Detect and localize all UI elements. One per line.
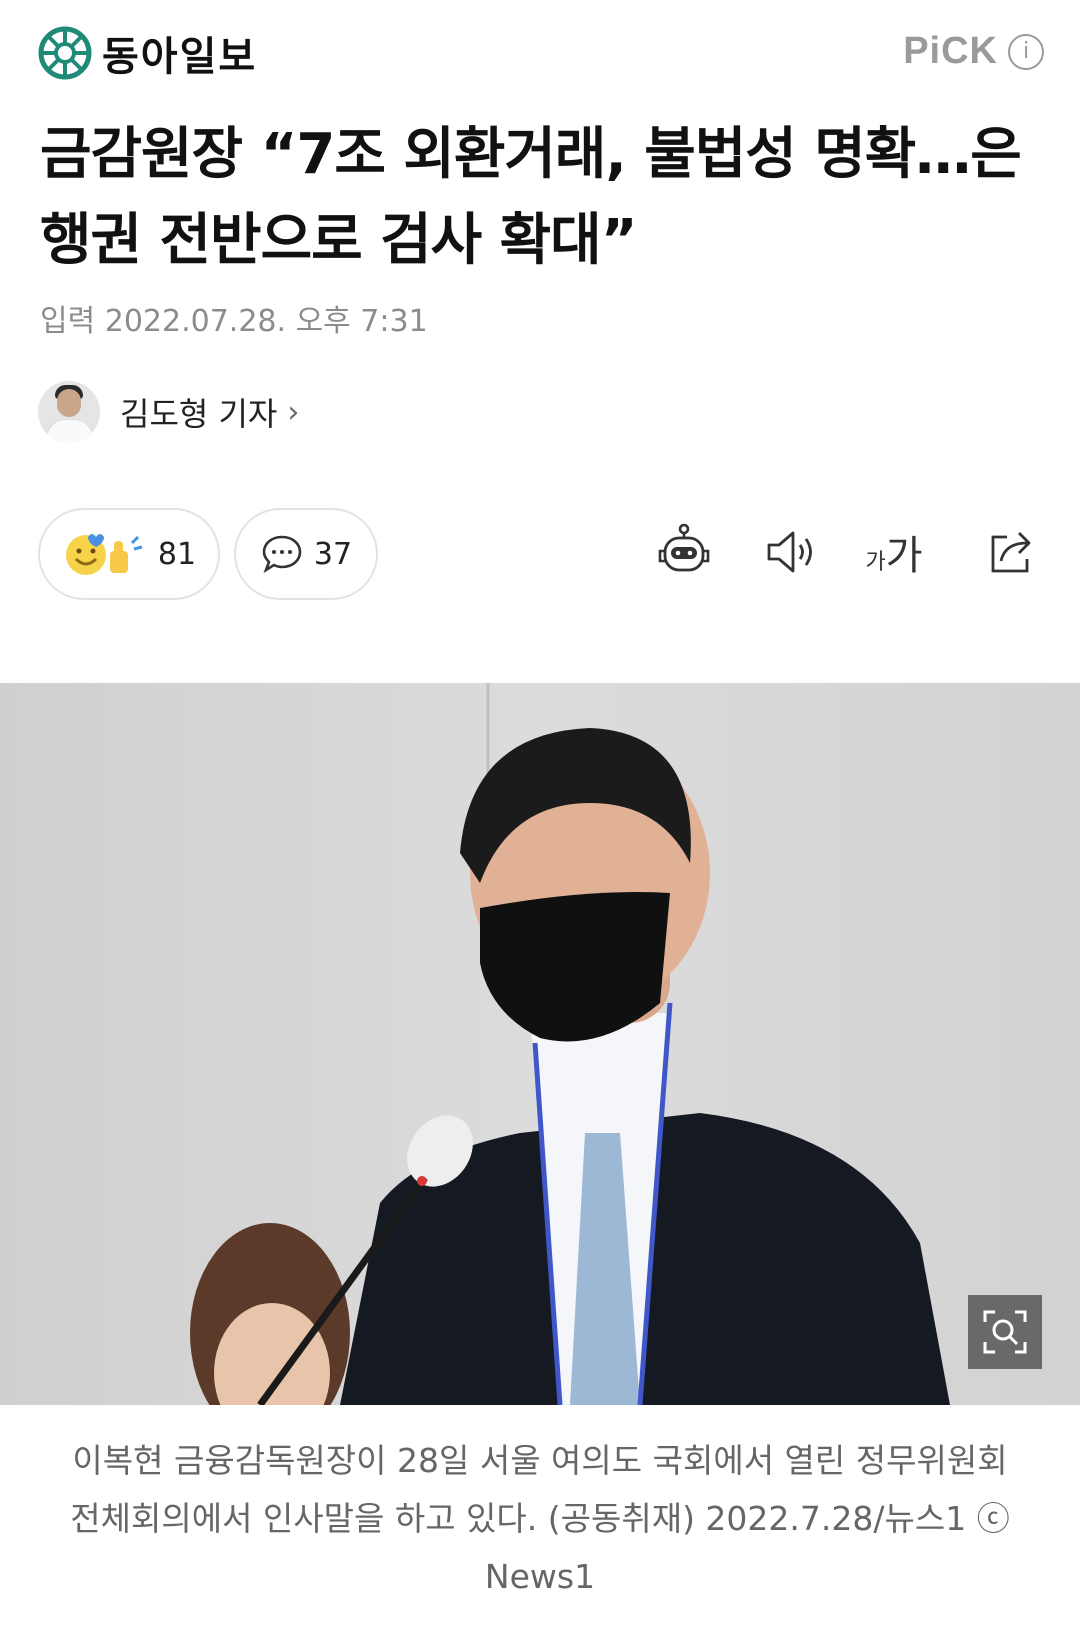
comment-button[interactable]: 37 bbox=[234, 508, 378, 600]
comment-count: 37 bbox=[313, 536, 353, 572]
font-size-button[interactable]: 가가 bbox=[862, 520, 926, 584]
publish-date: 입력 2022.07.28. 오후 7:31 bbox=[40, 304, 428, 339]
reporter-avatar bbox=[38, 381, 100, 443]
chevron-right-icon: › bbox=[287, 394, 300, 430]
info-icon[interactable]: i bbox=[1008, 33, 1044, 70]
pick-label: PiCK bbox=[903, 30, 998, 72]
article-photo[interactable] bbox=[0, 683, 1080, 1405]
share-button[interactable] bbox=[980, 520, 1044, 584]
reaction-emoji-icon bbox=[65, 534, 143, 575]
reaction-count: 81 bbox=[157, 536, 197, 572]
reaction-button[interactable]: 81 bbox=[38, 508, 220, 600]
font-size-icon: 가가 bbox=[865, 533, 923, 579]
pick-badge[interactable]: PiCK i bbox=[903, 30, 1044, 73]
header: 동아일보 PiCK i bbox=[0, 0, 1080, 100]
magnify-icon bbox=[983, 1310, 1027, 1354]
summary-bot-button[interactable] bbox=[652, 520, 716, 584]
action-bar: 81 37 가가 bbox=[0, 508, 1080, 604]
press-photo bbox=[0, 683, 1080, 1405]
photo-zoom-button[interactable] bbox=[968, 1295, 1042, 1369]
publisher-logo[interactable]: 동아일보 bbox=[38, 24, 257, 82]
text-to-speech-button[interactable] bbox=[758, 520, 822, 584]
publisher-name: 동아일보 bbox=[102, 34, 258, 80]
comment-bubble-icon bbox=[262, 535, 302, 574]
reporter-name: 김도형 기자 bbox=[120, 395, 278, 433]
reporter-link[interactable]: 김도형 기자 › bbox=[38, 381, 299, 443]
speaker-icon bbox=[767, 531, 812, 573]
share-icon bbox=[991, 532, 1031, 573]
photo-caption: 이복현 금융감독원장이 28일 서울 여의도 국회에서 열린 정무위원회 전체회… bbox=[70, 1441, 1010, 1596]
summary-bot-icon bbox=[658, 523, 710, 572]
article-title: 금감원장 “7조 외환거래, 불법성 명확…은행권 전반으로 검사 확대” bbox=[40, 122, 1022, 273]
donga-emblem-icon bbox=[38, 26, 92, 80]
